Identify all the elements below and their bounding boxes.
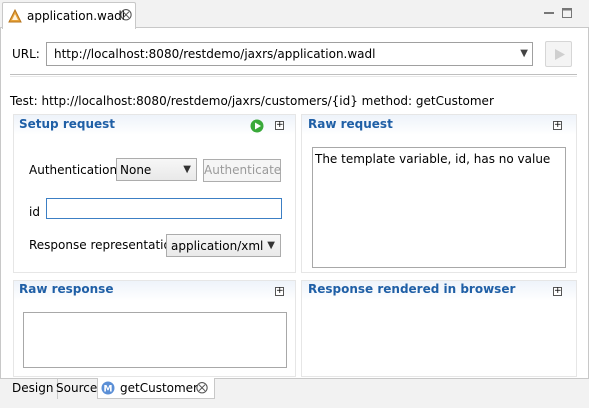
rendered-response-title[interactable]: Response rendered in browser: [308, 282, 515, 296]
response-representation-label: Response representation:: [29, 238, 183, 252]
raw-response-title[interactable]: Raw response: [19, 282, 113, 296]
chevron-down-icon: ▼: [183, 164, 191, 175]
id-label: id: [29, 205, 40, 219]
authentication-label: Authentication:: [29, 163, 122, 177]
expand-icon[interactable]: +: [553, 287, 562, 296]
editor-tab-application-wadl[interactable]: application.wadl ⨂: [2, 2, 136, 29]
tab-get-customer-label: getCustomer: [120, 381, 198, 395]
play-icon: [555, 49, 565, 60]
raw-request-title[interactable]: Raw request: [308, 117, 393, 131]
expand-icon[interactable]: +: [275, 287, 284, 296]
url-combo[interactable]: http://localhost:8080/restdemo/jaxrs/app…: [46, 42, 533, 66]
close-icon[interactable]: ⨂: [120, 7, 132, 21]
url-value: http://localhost:8080/restdemo/jaxrs/app…: [54, 47, 376, 61]
separator: [10, 74, 577, 75]
maximize-icon[interactable]: [561, 7, 573, 19]
authentication-select[interactable]: None ▼: [116, 158, 197, 181]
tab-source[interactable]: Source: [52, 378, 103, 399]
id-input[interactable]: [46, 198, 282, 219]
run-button[interactable]: [545, 41, 572, 67]
chevron-down-icon: ▼: [267, 240, 275, 251]
raw-request-content: The template variable, id, has no value: [315, 152, 551, 166]
send-request-icon[interactable]: [250, 119, 264, 133]
url-label: URL:: [12, 47, 40, 61]
raw-response-text-area[interactable]: [23, 312, 287, 368]
expand-icon[interactable]: +: [553, 121, 562, 130]
raw-request-text-area[interactable]: The template variable, id, has no value: [312, 147, 566, 268]
section-header: Raw request +: [302, 115, 576, 135]
method-icon: M: [101, 381, 115, 395]
editor-tab-title: application.wadl: [27, 9, 126, 23]
tab-design[interactable]: Design: [8, 378, 59, 399]
chevron-down-icon[interactable]: ▼: [520, 48, 528, 59]
response-representation-select[interactable]: application/xml ▼: [166, 234, 281, 257]
wadl-file-icon: [8, 9, 22, 23]
setup-request-title[interactable]: Setup request: [19, 117, 115, 131]
response-representation-value: application/xml: [171, 239, 264, 253]
close-icon[interactable]: ⨂: [196, 380, 208, 394]
minimize-icon[interactable]: [543, 7, 555, 19]
rendered-response-section: Response rendered in browser +: [301, 280, 577, 377]
section-header: Response rendered in browser +: [302, 281, 576, 301]
authentication-value: None: [120, 163, 152, 177]
svg-text:M: M: [104, 385, 113, 395]
section-header: Raw response +: [14, 281, 295, 301]
test-info: Test: http://localhost:8080/restdemo/jax…: [10, 94, 494, 108]
authenticate-button[interactable]: Authenticate: [203, 159, 281, 182]
separator: [10, 76, 577, 77]
expand-icon[interactable]: +: [275, 121, 284, 130]
